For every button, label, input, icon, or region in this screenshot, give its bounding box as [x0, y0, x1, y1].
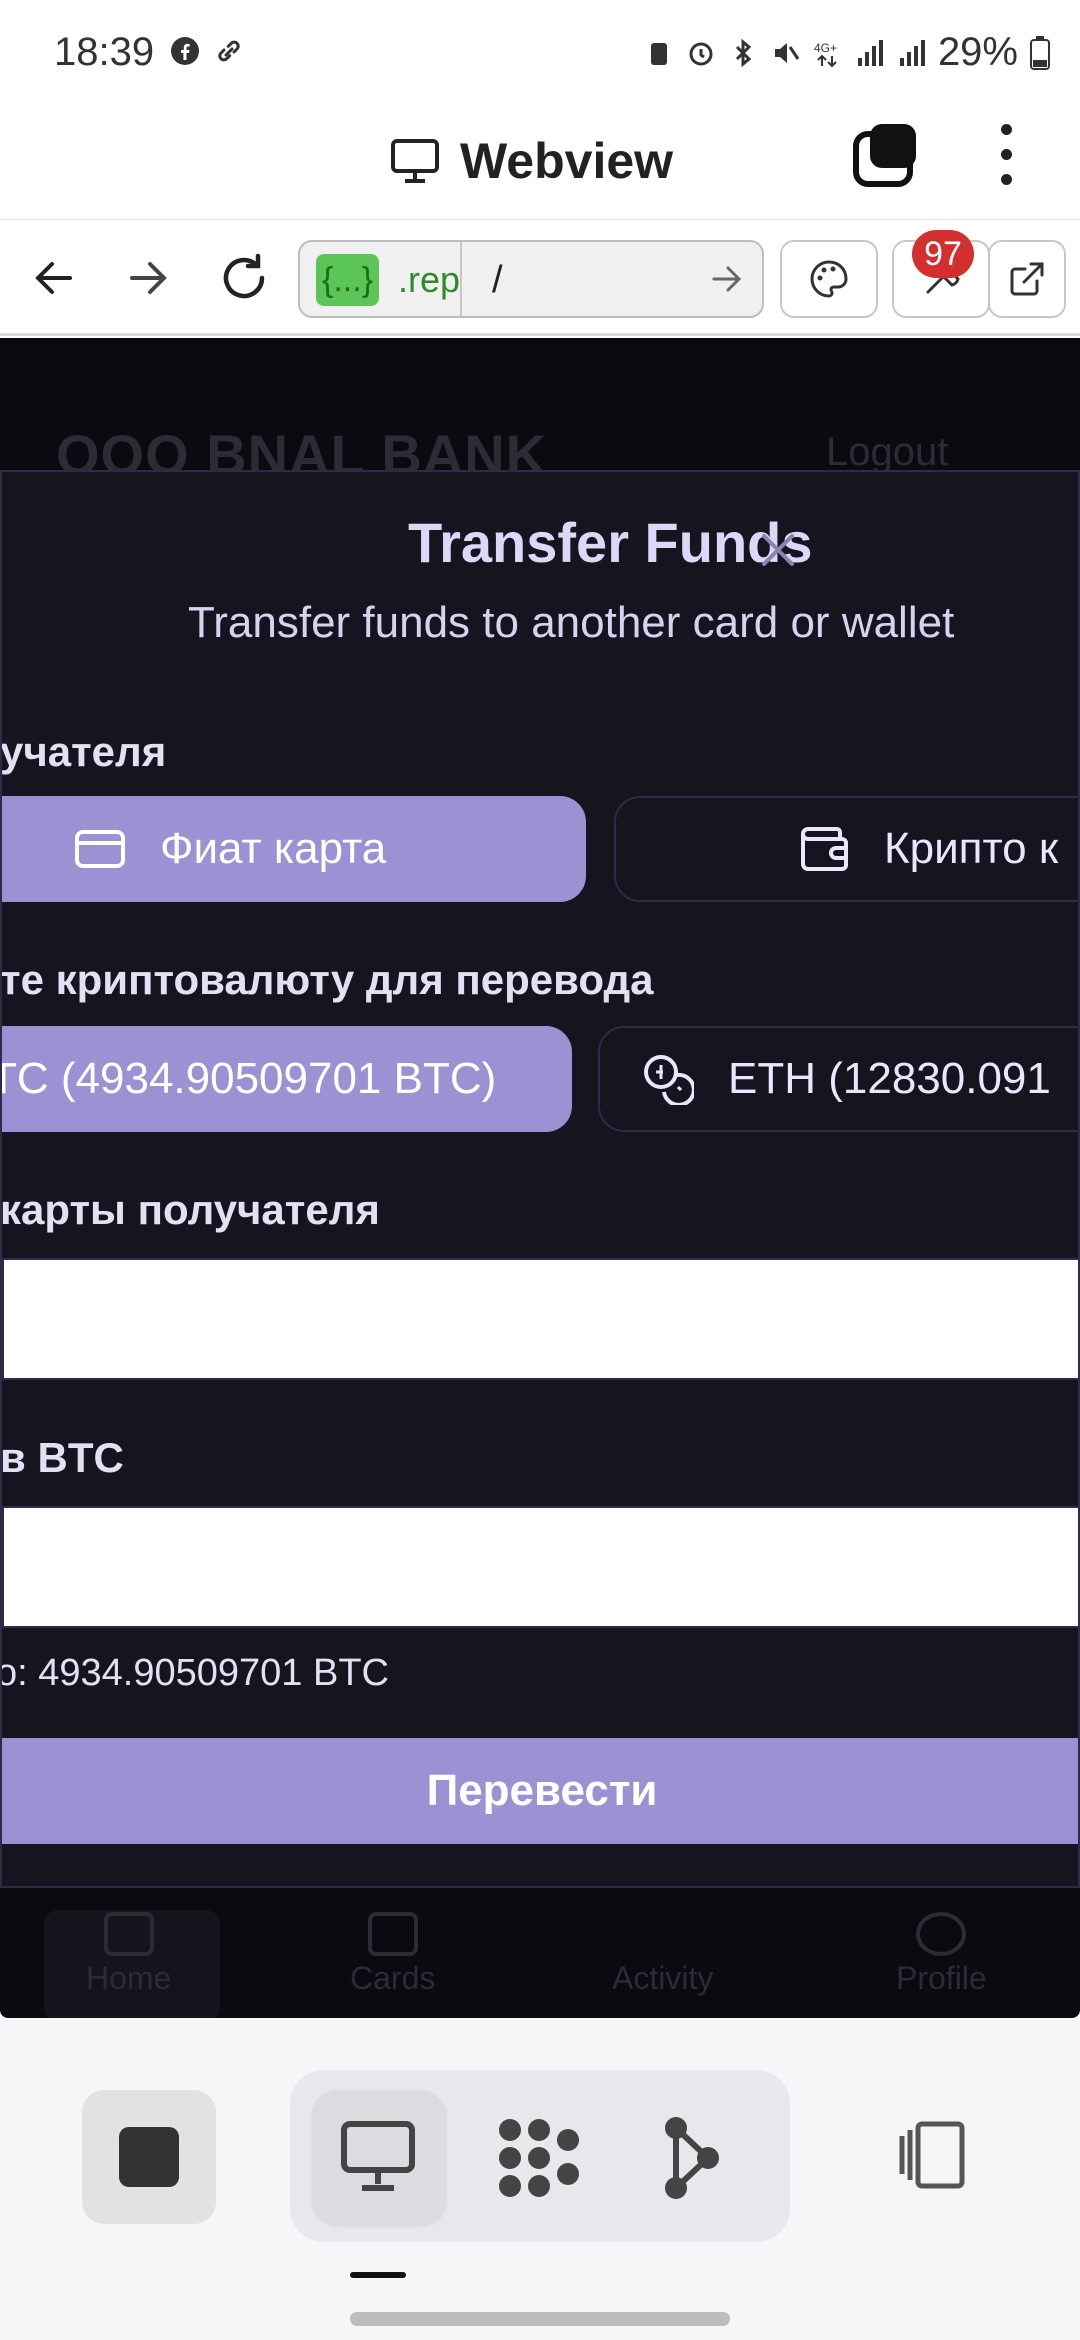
nav-cards-label: Cards	[350, 1960, 436, 1996]
palette-icon	[810, 260, 848, 298]
tabs-icon[interactable]	[852, 122, 922, 188]
status-right: 4G+ 29%	[644, 30, 1050, 75]
graph-mode-icon[interactable]	[662, 2116, 722, 2200]
recipient-type-label: учателя	[0, 728, 167, 775]
credit-card-icon	[74, 829, 126, 869]
crypto-select-label: те криптовалюту для перевода	[0, 956, 654, 1003]
btc-option-label: ТС (4934.90509701 BTC)	[0, 1054, 497, 1103]
activity-icon	[638, 1912, 688, 1956]
kebab-menu-icon[interactable]	[996, 122, 1016, 188]
nav-home-label: Home	[86, 1960, 172, 1996]
eth-option-label: ETH (12830.091	[728, 1054, 1051, 1103]
nav-item-home[interactable]: Home	[86, 1912, 171, 1997]
link-icon	[218, 40, 240, 62]
bottom-nav: Home Cards Activity Profile	[0, 1888, 1080, 2018]
view-mode-group	[290, 2070, 790, 2242]
card-icon	[367, 1912, 418, 1956]
fiat-card-label: Фиат карта	[160, 824, 387, 873]
network-mode-icon[interactable]	[496, 2116, 582, 2200]
nav-activity-label: Activity	[612, 1960, 714, 1996]
go-arrow-icon[interactable]	[710, 262, 744, 296]
amount-label: в BTC	[0, 1434, 124, 1481]
url-badge: {...}	[316, 254, 380, 306]
eth-option[interactable]: ETH (12830.091	[598, 1026, 1078, 1132]
wallet-icon	[800, 826, 850, 872]
taskbar-indicator	[350, 2272, 406, 2278]
url-domain: .rep	[398, 259, 461, 300]
stop-icon	[119, 2127, 179, 2187]
bluetooth-icon	[735, 38, 752, 67]
transfer-submit-button[interactable]: Перевести	[2, 1738, 1078, 1844]
arrow-right-icon	[130, 262, 167, 294]
amount-input[interactable]	[2, 1506, 1078, 1628]
url-path-input[interactable]: /	[492, 254, 503, 306]
coins-icon	[642, 1053, 694, 1105]
external-link-icon	[1010, 262, 1044, 296]
svg-text:4G+: 4G+	[814, 41, 837, 55]
modal-title: Transfer Funds	[408, 511, 813, 574]
bottom-taskbar	[0, 2018, 1080, 2340]
app-title-wrap: Webview	[390, 132, 673, 190]
crypto-wallet-label: Крипто к	[884, 824, 1059, 873]
facebook-icon	[171, 37, 199, 65]
nav-item-profile[interactable]: Profile	[896, 1912, 987, 1997]
btc-option[interactable]: ТС (4934.90509701 BTC)	[0, 1026, 572, 1132]
rotate-screen-icon[interactable]	[892, 2120, 972, 2190]
monitor-icon	[391, 139, 439, 183]
card-number-label: карты получателя	[0, 1186, 380, 1233]
reload-button[interactable]	[216, 250, 272, 306]
battery-percent: 29%	[937, 30, 1018, 74]
monitor-mode-icon	[338, 2118, 418, 2194]
nav-profile-label: Profile	[896, 1960, 987, 1996]
available-balance: о: 4934.90509701 BTC	[0, 1652, 389, 1694]
arrow-left-icon	[35, 262, 72, 294]
modal-subtitle: Transfer funds to another card or wallet	[188, 598, 955, 647]
theme-button[interactable]	[780, 240, 878, 318]
back-button[interactable]	[26, 250, 82, 306]
logout-link[interactable]: Logout	[826, 430, 948, 475]
transfer-modal: Transfer Funds Transfer funds to another…	[0, 470, 1080, 1888]
reload-icon	[223, 253, 265, 299]
url-divider	[460, 242, 462, 316]
clipboard-icon	[650, 42, 667, 65]
extensions-count-badge: 97	[912, 230, 974, 278]
signal-icon	[857, 39, 883, 66]
card-number-input[interactable]	[2, 1258, 1078, 1380]
home-indicator[interactable]	[350, 2312, 730, 2326]
fiat-card-option[interactable]: Фиат карта	[2, 796, 586, 902]
nav-item-cards[interactable]: Cards	[350, 1912, 435, 1997]
open-external-button[interactable]	[988, 240, 1066, 318]
stop-button[interactable]	[82, 2090, 216, 2224]
forward-button[interactable]	[120, 250, 176, 306]
crypto-wallet-option[interactable]: Крипто к	[614, 796, 1078, 902]
mute-icon	[774, 42, 800, 63]
status-left-icons	[170, 36, 244, 66]
url-bar[interactable]: {...} .rep /	[298, 240, 764, 318]
home-icon	[103, 1912, 154, 1956]
nav-item-activity[interactable]: Activity	[612, 1912, 713, 1997]
alarm-icon	[689, 42, 713, 65]
status-bar: 18:39 4G+ 29%	[0, 0, 1080, 110]
close-icon[interactable]	[756, 528, 800, 572]
screen: 18:39 4G+ 29% Webview {...} .rep / 97 ОО…	[0, 0, 1080, 2340]
network-4g-icon: 4G+	[814, 41, 837, 67]
status-time: 18:39	[54, 30, 155, 74]
app-title: Webview	[460, 133, 674, 189]
user-icon	[916, 1912, 967, 1956]
battery-icon	[1030, 35, 1050, 70]
signal-icon-2	[899, 39, 925, 66]
